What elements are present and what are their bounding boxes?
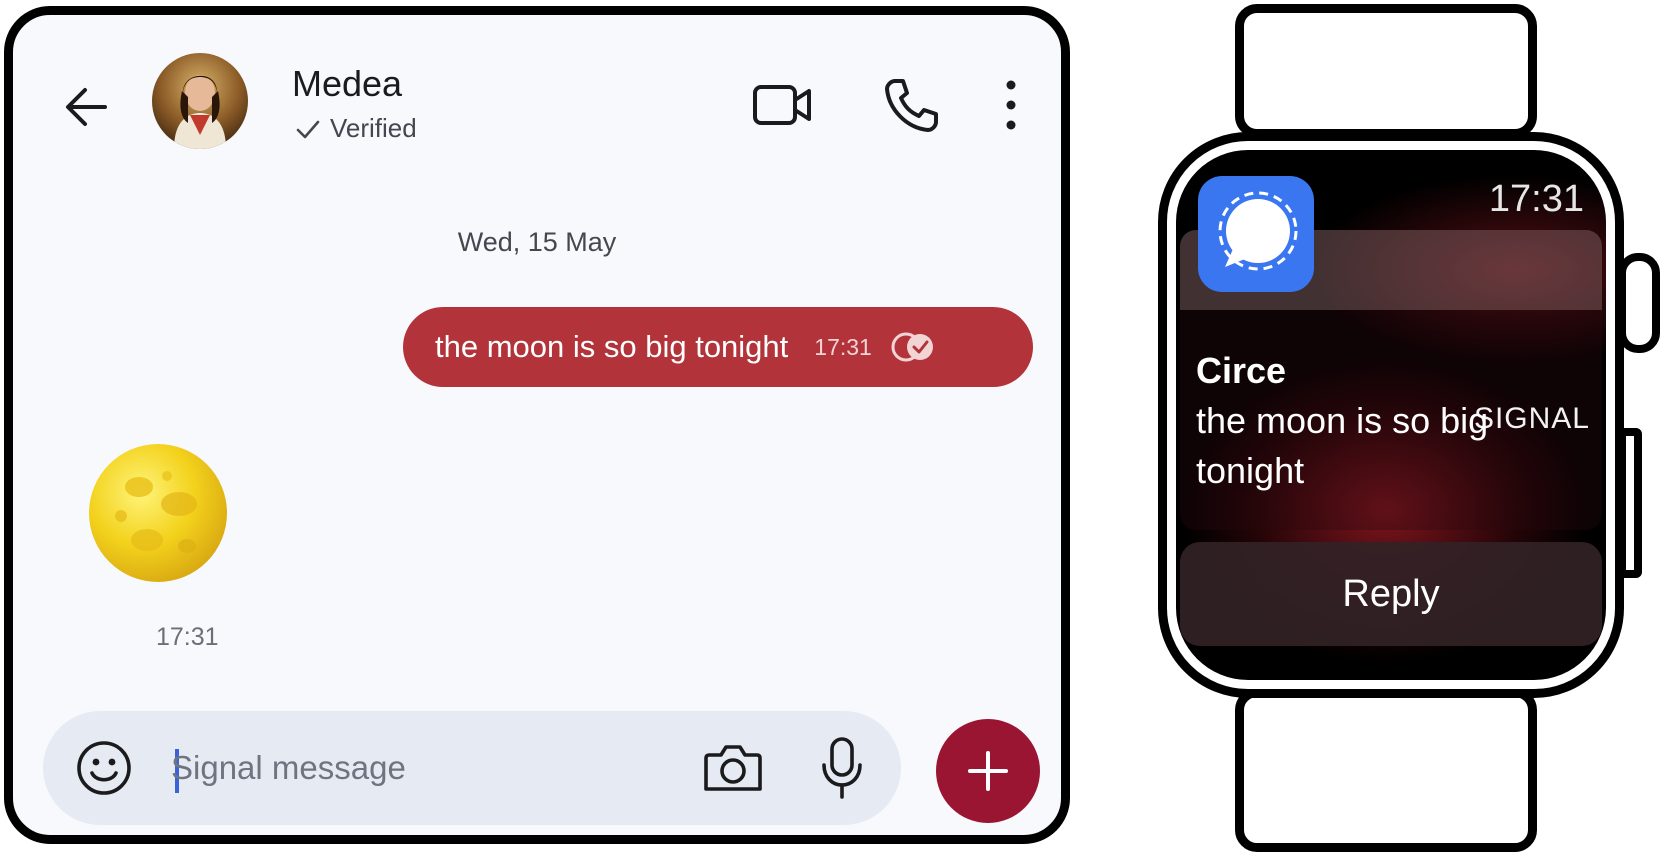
contact-name[interactable]: Medea: [292, 63, 402, 105]
read-receipt-icon: [891, 332, 933, 362]
message-text: the moon is so big tonight: [435, 329, 789, 364]
camera-icon[interactable]: [703, 739, 763, 797]
signal-app-icon: [1198, 176, 1314, 292]
outgoing-message-bubble[interactable]: the moon is so big tonight 17:31: [403, 307, 1033, 387]
avatar[interactable]: [152, 53, 248, 149]
watch-band-bottom: [1235, 688, 1537, 852]
checkmark-icon: [296, 120, 320, 138]
watch-crown[interactable]: [1618, 253, 1660, 353]
verified-status: Verified: [294, 113, 417, 144]
emoji-icon[interactable]: [75, 739, 133, 797]
watch-time: 17:31: [1488, 178, 1584, 220]
phone-icon[interactable]: [879, 73, 943, 137]
notification-sender: Circe: [1196, 350, 1287, 391]
back-arrow-icon[interactable]: [57, 77, 117, 137]
message-time: 17:31: [814, 333, 872, 360]
microphone-icon[interactable]: [818, 735, 866, 801]
add-attachment-button[interactable]: [936, 719, 1040, 823]
date-separator: Wed, 15 May: [457, 227, 617, 257]
message-composer: [43, 711, 901, 825]
verified-label: Verified: [330, 113, 417, 143]
watch-band-top: [1235, 4, 1537, 138]
sticker-time: 17:31: [156, 623, 219, 651]
more-options-icon[interactable]: [995, 73, 1027, 137]
message-input[interactable]: [171, 737, 671, 799]
watch-screen: 17:31 SIGNAL Circe the moon is so big to…: [1176, 150, 1606, 680]
full-moon-sticker[interactable]: [87, 442, 229, 584]
reply-button[interactable]: Reply: [1180, 542, 1602, 646]
plus-icon: [968, 751, 1008, 791]
notification-message: the moon is so big tonight: [1196, 400, 1489, 491]
signal-logo-icon: [1218, 191, 1298, 271]
video-call-icon[interactable]: [751, 73, 815, 137]
phone-frame: Medea Verified Wed, 15 May the moon is s…: [4, 6, 1070, 844]
